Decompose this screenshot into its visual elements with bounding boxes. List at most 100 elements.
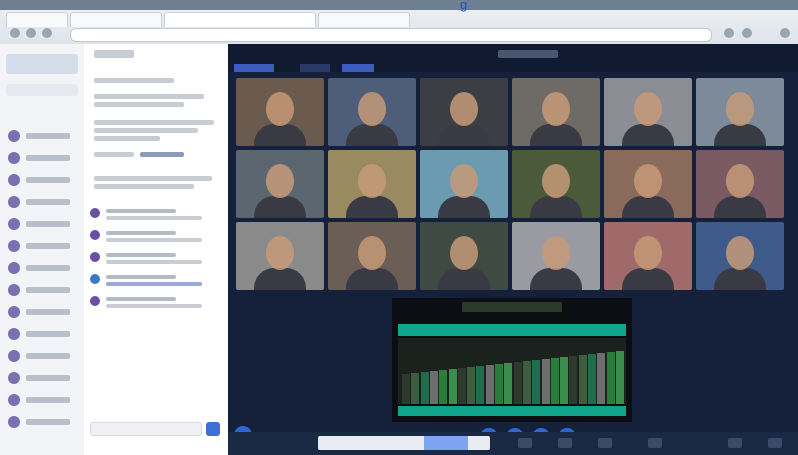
contact-item[interactable]: [8, 306, 78, 318]
back-icon[interactable]: [10, 28, 20, 38]
participant-body: [438, 196, 490, 218]
contact-item[interactable]: [8, 416, 78, 428]
participant-video-tile[interactable]: [236, 222, 324, 290]
browser-tab[interactable]: [6, 12, 68, 27]
search-input[interactable]: [318, 436, 490, 450]
address-bar[interactable]: [70, 28, 712, 42]
menu-icon[interactable]: [780, 28, 790, 38]
contact-name: [26, 133, 70, 139]
participant-face: [634, 164, 662, 198]
participant-face: [358, 164, 386, 198]
participant-video-tile[interactable]: [604, 222, 692, 290]
taskbar-icon[interactable]: [728, 438, 742, 448]
shared-screen-column: [588, 354, 596, 404]
chat-link[interactable]: [140, 152, 184, 157]
title-strip: g: [0, 0, 798, 12]
contact-item[interactable]: [8, 196, 78, 208]
participant-face: [450, 164, 478, 198]
page-link[interactable]: g: [460, 0, 467, 12]
shared-screen-column: [485, 365, 494, 404]
contact-item[interactable]: [8, 350, 78, 362]
participant-body: [254, 268, 306, 290]
participant-video-tile[interactable]: [420, 78, 508, 146]
participant-face: [450, 92, 478, 126]
participant-face: [726, 236, 754, 270]
chat-text: [94, 152, 134, 157]
participant-video-tile[interactable]: [696, 78, 784, 146]
participant-video-tile[interactable]: [604, 150, 692, 218]
meeting-tab[interactable]: [234, 64, 274, 72]
participant-body: [622, 268, 674, 290]
contact-item[interactable]: [8, 284, 78, 296]
extension-icon[interactable]: [724, 28, 734, 38]
chat-text: [94, 136, 160, 141]
taskbar-icon[interactable]: [518, 438, 532, 448]
avatar: [90, 252, 100, 262]
participant-video-tile[interactable]: [696, 150, 784, 218]
participant-video-tile[interactable]: [420, 222, 508, 290]
chat-panel: [84, 44, 229, 455]
contact-item[interactable]: [8, 394, 78, 406]
sidebar-header[interactable]: [6, 54, 78, 74]
shared-screen-column: [513, 362, 522, 404]
participant-video-tile[interactable]: [512, 150, 600, 218]
participant-body: [346, 196, 398, 218]
participant-body: [622, 196, 674, 218]
participant-body: [622, 124, 674, 146]
taskbar-icon[interactable]: [598, 438, 612, 448]
participant-body: [714, 268, 766, 290]
participant-video-tile[interactable]: [328, 150, 416, 218]
contact-item[interactable]: [8, 328, 78, 340]
participant-video-tile[interactable]: [236, 78, 324, 146]
contact-item[interactable]: [8, 262, 78, 274]
taskbar-icon[interactable]: [768, 438, 782, 448]
avatar: [8, 196, 20, 208]
meeting-tab[interactable]: [342, 64, 374, 72]
participant-body: [530, 196, 582, 218]
avatar: [90, 230, 100, 240]
participant-face: [266, 236, 294, 270]
contact-item[interactable]: [8, 218, 78, 230]
chat-compose-input[interactable]: [90, 422, 202, 436]
avatar: [8, 174, 20, 186]
contact-item[interactable]: [8, 152, 78, 164]
shared-screen-content: [398, 338, 626, 404]
participant-video-tile[interactable]: [512, 222, 600, 290]
contact-item[interactable]: [8, 372, 78, 384]
profile-icon[interactable]: [742, 28, 752, 38]
shared-screen-column: [569, 356, 578, 404]
sidebar-search[interactable]: [6, 84, 78, 96]
taskbar-icon[interactable]: [648, 438, 662, 448]
contact-item[interactable]: [8, 240, 78, 252]
browser-tab[interactable]: [318, 12, 410, 27]
reload-icon[interactable]: [42, 28, 52, 38]
send-button[interactable]: [206, 422, 220, 436]
participant-video-tile[interactable]: [512, 78, 600, 146]
meeting-title: [498, 50, 558, 58]
participant-video-tile[interactable]: [420, 150, 508, 218]
meeting-header: [228, 44, 798, 72]
forward-icon[interactable]: [26, 28, 36, 38]
browser-tab[interactable]: [70, 12, 162, 27]
participant-body: [714, 124, 766, 146]
browser-tab-active[interactable]: [164, 12, 316, 27]
participant-video-tile[interactable]: [328, 222, 416, 290]
contact-item[interactable]: [8, 130, 78, 142]
participant-video-tile[interactable]: [236, 150, 324, 218]
avatar: [90, 274, 100, 284]
chat-text: [94, 176, 212, 181]
contacts-sidebar: [0, 44, 85, 455]
participant-video-tile[interactable]: [696, 222, 784, 290]
contact-item[interactable]: [8, 174, 78, 186]
participant-face: [634, 236, 662, 270]
message-link[interactable]: [106, 282, 202, 286]
contact-name: [26, 177, 70, 183]
taskbar-icon[interactable]: [558, 438, 572, 448]
meeting-tab[interactable]: [300, 64, 330, 72]
shared-screen[interactable]: [392, 298, 632, 422]
participant-video-tile[interactable]: [328, 78, 416, 146]
participant-video-tile[interactable]: [604, 78, 692, 146]
participant-face: [634, 92, 662, 126]
participant-face: [358, 92, 386, 126]
participant-face: [542, 236, 570, 270]
